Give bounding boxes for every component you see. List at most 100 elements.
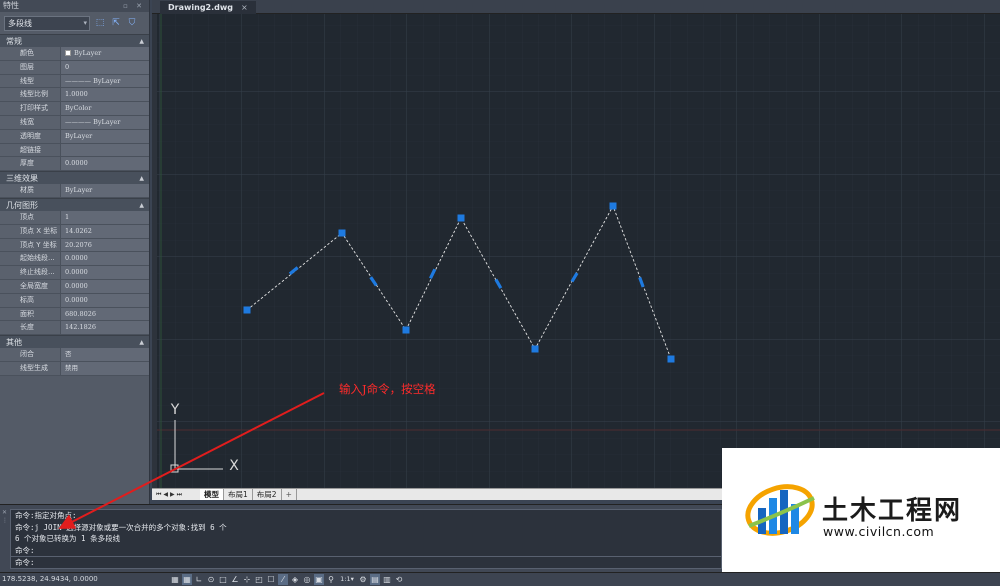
property-row[interactable]: 透明度 ByLayer	[0, 129, 149, 144]
status-toggle-icon[interactable]: ∟	[194, 574, 204, 585]
vertex-grip[interactable]	[609, 202, 617, 210]
property-row[interactable]: 顶点 1	[0, 210, 149, 225]
vertex-grip[interactable]	[457, 214, 465, 222]
property-row[interactable]: 线宽 ———— ByLayer	[0, 115, 149, 130]
property-row[interactable]: 颜色 ByLayer	[0, 47, 149, 61]
status-toggle-icon[interactable]: ☐	[266, 574, 276, 585]
close-icon[interactable]: ×	[241, 3, 248, 12]
collapse-icon[interactable]: ▲	[139, 336, 144, 349]
status-toggle-icon[interactable]: ⁄	[278, 574, 288, 585]
command-history-line: 命令:j JOIN 选择源对象或要一次合并的多个对象:找到 6 个	[15, 522, 227, 532]
command-input[interactable]: 命令:	[11, 556, 721, 568]
property-value[interactable]: 20.2076	[60, 238, 149, 252]
property-value[interactable]	[60, 143, 149, 157]
quick-select-icon[interactable]: ⛉	[126, 17, 138, 29]
status-toggle-icon[interactable]: ⟲	[394, 574, 404, 585]
property-row[interactable]: 面积 680.8026	[0, 307, 149, 322]
status-toggle-icon[interactable]: ▤	[370, 574, 380, 585]
tab-layout2[interactable]: 布局2	[253, 489, 282, 500]
property-value[interactable]: 0.0000	[60, 279, 149, 293]
property-name: 顶点	[0, 210, 60, 224]
property-row[interactable]: 线型生成 禁用	[0, 361, 149, 376]
property-row[interactable]: 长度 142.1826	[0, 321, 149, 336]
property-value[interactable]: 1	[60, 210, 149, 224]
vertex-grip[interactable]	[531, 345, 539, 353]
toggle-pickadd-icon[interactable]: ⬚	[94, 17, 106, 29]
status-toggle-icon[interactable]: ▣	[314, 574, 324, 585]
status-toggle-icon[interactable]: ⊹	[242, 574, 252, 585]
drawing-svg: Y X	[157, 14, 1000, 488]
property-row[interactable]: 线型比例 1.0000	[0, 88, 149, 103]
property-value[interactable]: 0.0000	[60, 157, 149, 171]
grip-icon[interactable]: ✕ ⋮	[2, 509, 8, 525]
property-value[interactable]: 否	[60, 348, 149, 361]
property-value[interactable]: 680.8026	[60, 307, 149, 321]
property-row[interactable]: 图层 0	[0, 60, 149, 75]
layout-nav-buttons[interactable]: ⏮◀▶⏭	[152, 491, 200, 499]
property-value[interactable]: ByLayer	[60, 129, 149, 143]
status-toggle-icon[interactable]: ▦	[182, 574, 192, 585]
vertex-grip[interactable]	[667, 355, 675, 363]
property-value[interactable]: 0.0000	[60, 293, 149, 307]
property-row[interactable]: 标高 0.0000	[0, 293, 149, 308]
tab-layout1[interactable]: 布局1	[224, 489, 253, 500]
tab-model[interactable]: 模型	[200, 489, 224, 500]
select-objects-icon[interactable]: ⇱	[110, 17, 122, 29]
add-layout-button[interactable]: +	[282, 489, 297, 500]
property-row[interactable]: 打印样式 ByColor	[0, 102, 149, 116]
vertex-grip[interactable]	[243, 306, 251, 314]
property-row[interactable]: 线型 ———— ByLayer	[0, 74, 149, 89]
status-toggle-icon[interactable]: ▦	[170, 574, 180, 585]
properties-title-bar[interactable]: 特性 ▫ ✕	[0, 0, 149, 12]
status-toggle-icon[interactable]: ⚲	[326, 574, 336, 585]
property-row[interactable]: 厚度 0.0000	[0, 157, 149, 172]
annotation-text: 输入J命令，按空格	[339, 382, 436, 396]
property-value[interactable]: 1.0000	[60, 88, 149, 102]
status-toggle-icon[interactable]: ◎	[302, 574, 312, 585]
property-row[interactable]: 超链接	[0, 143, 149, 158]
property-row[interactable]: 顶点 Y 坐标 20.2076	[0, 238, 149, 253]
document-tab[interactable]: Drawing2.dwg ×	[160, 1, 256, 14]
section-title: 三维效果	[6, 174, 38, 184]
property-value[interactable]: 142.1826	[60, 321, 149, 335]
property-value[interactable]: 14.0262	[60, 224, 149, 238]
status-toggle-icon[interactable]: ⊙	[206, 574, 216, 585]
property-row[interactable]: 闭合否	[0, 348, 149, 362]
vertex-grip[interactable]	[338, 229, 346, 237]
properties-grid: 常规 ▲ 颜色 ByLayer 图层 0 线型 ———— ByLayer 线型比例 1.0000 打…	[0, 34, 149, 376]
property-value[interactable]: 0	[60, 60, 149, 74]
collapse-icon[interactable]: ▲	[139, 199, 144, 212]
property-row[interactable]: 全局宽度 0.0000	[0, 279, 149, 294]
status-toggle-icon[interactable]: □	[218, 574, 228, 585]
status-toggle-icon[interactable]: ◰	[254, 574, 264, 585]
property-row[interactable]: 材质 ByLayer	[0, 184, 149, 198]
drawing-canvas[interactable]: Y X	[157, 14, 1000, 488]
property-row[interactable]: 起始线段... 0.0000	[0, 252, 149, 267]
ucs-y-label: Y	[170, 402, 180, 418]
property-value[interactable]: ———— ByLayer	[60, 115, 149, 129]
properties-section-header[interactable]: 几何图形 ▲	[0, 197, 149, 212]
object-type-select[interactable]: 多段线 ▾	[4, 15, 90, 31]
property-value[interactable]: ByLayer	[60, 184, 149, 197]
properties-section-header[interactable]: 三维效果 ▲	[0, 171, 149, 185]
properties-section-header[interactable]: 常规 ▲	[0, 34, 149, 47]
vertex-grip[interactable]	[402, 326, 410, 334]
status-toggle-icon[interactable]: ▥	[382, 574, 392, 585]
collapse-icon[interactable]: ▲	[139, 35, 144, 48]
property-value[interactable]: 0.0000	[60, 252, 149, 266]
command-window: ✕ ⋮ 命令:指定对角点: 命令:j JOIN 选择源对象或要一次合并的多个对象:…	[0, 504, 722, 572]
property-row[interactable]: 终止线段... 0.0000	[0, 266, 149, 280]
property-value[interactable]: 0.0000	[60, 266, 149, 279]
status-toggle-icon[interactable]: ⚙	[358, 574, 368, 585]
property-value[interactable]: ———— ByLayer	[60, 74, 149, 88]
property-row[interactable]: 顶点 X 坐标 14.0262	[0, 224, 149, 239]
property-value[interactable]: ByColor	[60, 102, 149, 115]
properties-section-header[interactable]: 其他 ▲	[0, 335, 149, 349]
collapse-icon[interactable]: ▲	[139, 172, 144, 185]
palette-window-buttons[interactable]: ▫ ✕	[123, 0, 149, 12]
status-toggle-icon[interactable]: ◈	[290, 574, 300, 585]
property-value[interactable]: 禁用	[60, 361, 149, 375]
status-toggle-icon[interactable]: ∠	[230, 574, 240, 585]
status-toggle-icon[interactable]: 1:1▾	[338, 574, 356, 585]
property-value[interactable]: ByLayer	[60, 47, 149, 60]
